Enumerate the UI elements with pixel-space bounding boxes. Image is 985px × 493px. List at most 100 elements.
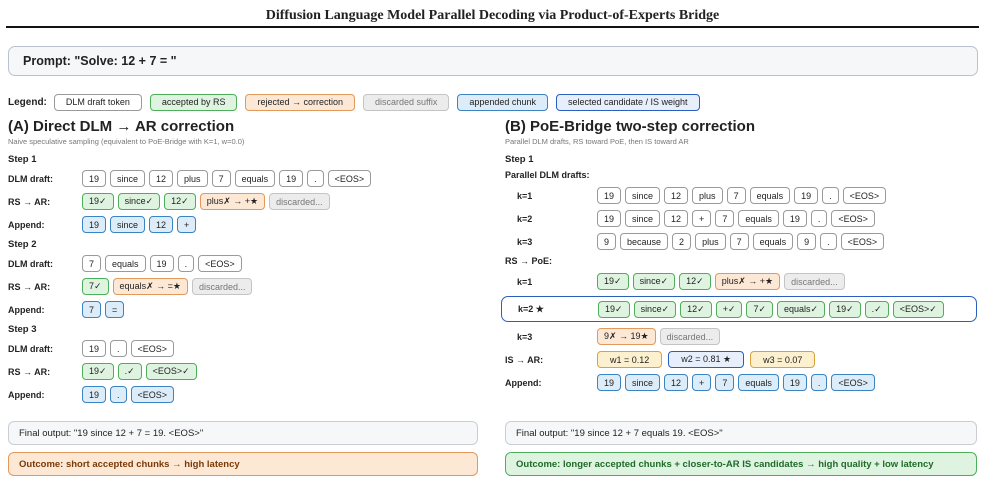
- append-token: .: [810, 374, 828, 391]
- append-label: Append:: [8, 219, 45, 230]
- draft-token: 2: [672, 233, 692, 250]
- rs-token: +✓: [715, 300, 743, 318]
- candidate-label: k=1: [517, 276, 533, 287]
- draft-token: 19: [782, 210, 807, 227]
- rs-token: discarded...: [659, 328, 721, 345]
- draft-token: .: [110, 340, 127, 357]
- draft-token: 12: [664, 187, 689, 204]
- draft-token: since: [625, 210, 661, 227]
- outcome-a: Outcome: short accepted chunks → high la…: [8, 452, 478, 476]
- rs-token: plus✗ → +★: [714, 273, 781, 290]
- rs-token: discarded...: [269, 193, 330, 210]
- draft-candidate-row: k=2 19 since 12 +7 equals 19. <EOS>: [505, 210, 977, 227]
- append-row: Append: 19. <EOS>: [8, 386, 480, 403]
- append-token: <EOS>: [130, 386, 175, 403]
- rs-token: 12✓: [680, 300, 712, 318]
- rs-token: discarded...: [784, 273, 845, 290]
- draft-token: <EOS>: [831, 210, 875, 227]
- append-token: equals: [738, 374, 779, 391]
- append-row: Append: 19 since 12 +7 equals 19. <EOS>: [505, 374, 977, 391]
- draft-token: equals: [105, 255, 146, 272]
- dlm-draft-row: DLM draft: 7 equals 19. <EOS>: [8, 255, 480, 272]
- rs-token: <EOS>✓: [892, 300, 944, 318]
- draft-token: 7: [211, 170, 231, 187]
- draft-token: 7: [726, 187, 746, 204]
- rs-token: since✓: [633, 300, 677, 318]
- draft-token: 19: [597, 187, 622, 204]
- rs-token: 19✓: [597, 273, 629, 290]
- rs-ar-row: RS → AR: 19✓ since✓ 12✓ plus✗ → +★ discarded.…: [8, 193, 480, 210]
- panel-poe-bridge: (B) PoE-Bridge two-step correction Paral…: [501, 118, 977, 397]
- draft-token: <EOS>: [130, 340, 175, 357]
- is-weight: w1 = 0.12: [597, 351, 663, 368]
- draft-token: plus: [695, 233, 726, 250]
- candidate-label: k=1: [517, 190, 533, 201]
- append-token: +: [177, 216, 197, 233]
- is-weight: w2 = 0.81 ★: [668, 351, 745, 368]
- append-token: since: [110, 216, 146, 233]
- draft-token: plus: [692, 187, 723, 204]
- final-output-b: Final output: "19 since 12 + 7 equals 19…: [505, 421, 977, 445]
- final-output-a: Final output: "19 since 12 + 7 = 19. <EO…: [8, 421, 478, 445]
- draft-token: 12: [664, 210, 689, 227]
- panel-direct-correction: (A) Direct DLM → AR correction Naive spe…: [8, 118, 480, 409]
- append-token: 12: [664, 374, 689, 391]
- rs-token: <EOS>✓: [145, 363, 197, 380]
- dlm-draft-label: DLM draft:: [8, 173, 53, 184]
- append-token: 19: [82, 386, 107, 403]
- draft-token: 7: [82, 255, 102, 272]
- draft-token: 19: [149, 255, 174, 272]
- panel-b-title: (B) PoE-Bridge two-step correction: [505, 118, 756, 135]
- rs-poe-rows: k=1 19✓ since✓ 12✓ plus✗ → +★ discarded... k=2…: [501, 273, 977, 345]
- legend-item: selected candidate / IS weight: [555, 93, 700, 111]
- draft-token: 9: [597, 233, 617, 250]
- rs-token: 9✗ → 19★: [597, 328, 656, 345]
- draft-token: equals: [749, 187, 791, 204]
- rs-token: plus✗ → +★: [199, 193, 266, 210]
- draft-token: equals: [738, 210, 779, 227]
- append-token: 19: [782, 374, 807, 391]
- draft-token: 19: [82, 340, 107, 357]
- panel-a-title: (A) Direct DLM → AR correction: [8, 118, 235, 135]
- is-weights: w1 = 0.12 w2 = 0.81 ★ w3 = 0.07: [597, 351, 821, 368]
- draft-token: 19: [82, 170, 107, 187]
- draft-token: 19: [794, 187, 819, 204]
- figure-title: Diffusion Language Model Parallel Decodi…: [265, 8, 720, 23]
- rs-ar-label: RS → AR:: [8, 366, 51, 377]
- panel-b-step-label: Step 1: [505, 154, 534, 165]
- panel-a-subtitle: Naive speculative sampling (equivalent t…: [8, 137, 245, 146]
- selected-candidate-row: k=2 ★ 19✓ since✓ 12✓ +✓ 7✓ equals✓ 19✓ .✓ <EOS>✓: [501, 296, 977, 322]
- append-token: 19: [82, 216, 107, 233]
- panel-b-subtitle: Parallel DLM drafts, RS toward PoE, then…: [505, 137, 689, 146]
- step-label: Step 1: [8, 154, 37, 165]
- draft-token: .: [810, 210, 828, 227]
- draft-token: since: [110, 170, 146, 187]
- prompt-box: Prompt: "Solve: 12 + 7 = ": [8, 46, 978, 76]
- rs-token: equals✓: [777, 300, 826, 318]
- candidate-label: k=2: [517, 213, 533, 224]
- draft-token: .: [307, 170, 324, 187]
- draft-token: plus: [177, 170, 208, 187]
- draft-token: 7: [729, 233, 749, 250]
- append-row: Append: 19 since 12 +: [8, 216, 480, 233]
- rs-token: 19✓: [598, 300, 630, 318]
- is-weight: w3 = 0.07: [750, 351, 816, 368]
- draft-token: 9: [797, 233, 817, 250]
- append-label: Append:: [8, 389, 45, 400]
- draft-token: <EOS>: [842, 187, 887, 204]
- draft-token: 19: [597, 210, 622, 227]
- draft-candidate-row: k=3 9 because 2 plus 7 equals 9. <EOS>: [505, 233, 977, 250]
- candidate-label: k=2 ★: [518, 303, 544, 314]
- rs-candidate-row: k=1 19✓ since✓ 12✓ plus✗ → +★ discarded...: [505, 273, 977, 290]
- append-token: .: [110, 386, 127, 403]
- rs-ar-row: RS → AR: 19✓ .✓ <EOS>✓: [8, 363, 480, 380]
- append-token: 19: [597, 374, 622, 391]
- draft-token: since: [625, 187, 661, 204]
- rs-token: since✓: [632, 273, 676, 290]
- outcome-b: Outcome: longer accepted chunks + closer…: [505, 452, 977, 476]
- rs-ar-label: RS → AR:: [8, 281, 51, 292]
- draft-candidate-row: k=1 19 since 12 plus 7 equals 19. <EOS>: [505, 187, 977, 204]
- legend-item: rejected → correction: [245, 93, 356, 111]
- append-token: =: [105, 301, 125, 318]
- step-label: Step 3: [8, 324, 37, 335]
